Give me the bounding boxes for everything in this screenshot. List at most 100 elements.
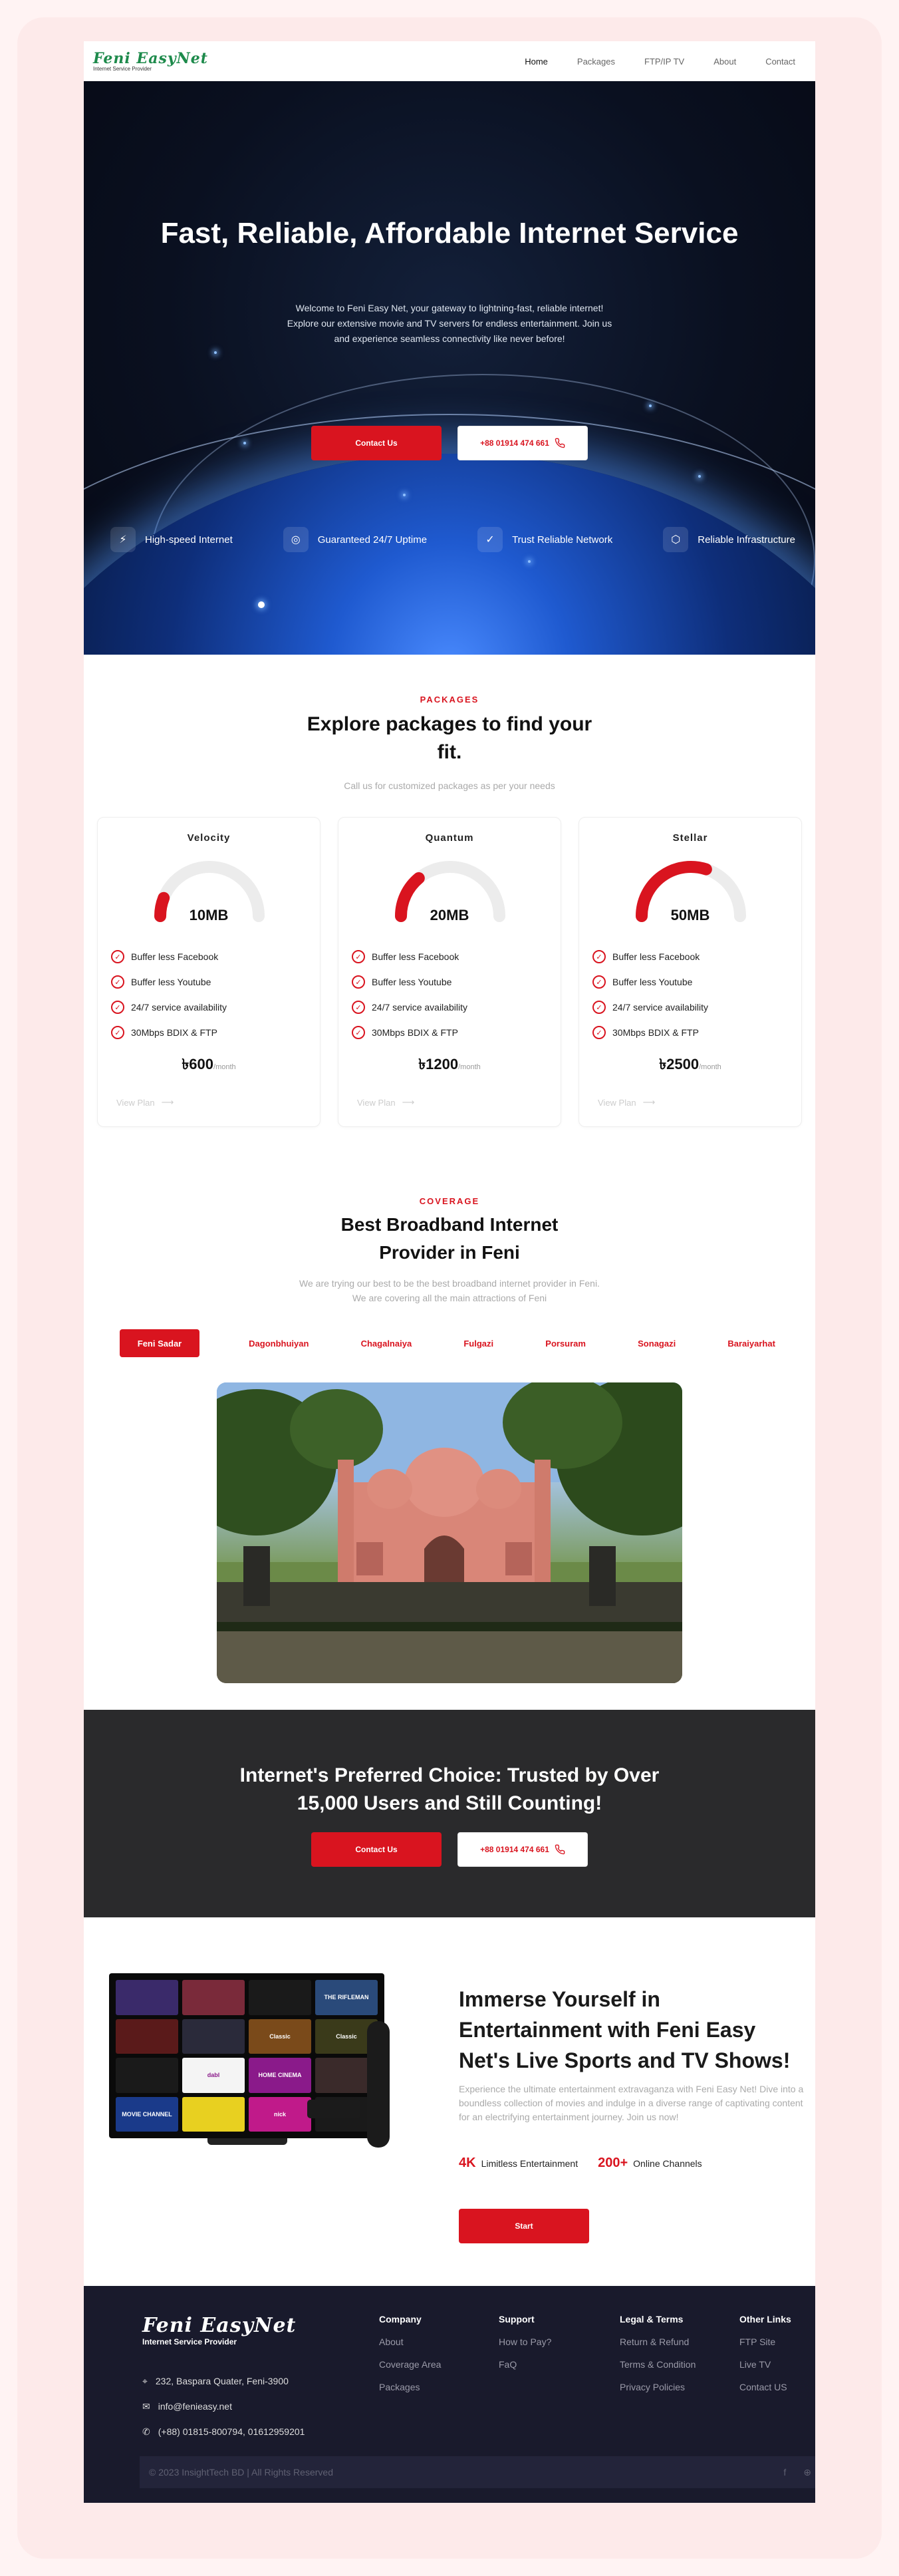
feature-text: Buffer less Youtube [131, 977, 211, 987]
footer-link-ftp[interactable]: FTP Site [739, 2336, 791, 2347]
stat-resolution: 4K Limitless Entertainment [459, 2156, 578, 2171]
package-card: Stellar 50MB ✓ Buffer less Facebook ✓ Buffe… [578, 817, 802, 1127]
feature-text: 24/7 service availability [612, 1002, 708, 1013]
footer-link-contact[interactable]: Contact US [739, 2382, 791, 2392]
mosque-illustration [217, 1382, 682, 1683]
globe-icon[interactable]: ⊕ [803, 2467, 811, 2478]
package-speed: 10MB [189, 907, 229, 923]
nav-link-packages[interactable]: Packages [577, 57, 615, 67]
footer-link-coverage[interactable]: Coverage Area [379, 2359, 441, 2370]
price-value: ৳1200 [418, 1056, 459, 1072]
contact-us-button[interactable]: Contact Us [311, 426, 442, 460]
footer-link-how-to-pay[interactable]: How to Pay? [499, 2336, 551, 2347]
package-feature: ✓ Buffer less Facebook [592, 944, 708, 969]
copyright: © 2023 InsightTech BD | All Rights Reser… [149, 2467, 333, 2478]
price-value: ৳600 [182, 1056, 214, 1072]
phone-number: +88 01914 474 661 [480, 438, 549, 448]
nav-link-home[interactable]: Home [525, 57, 548, 67]
tab-baraiyarhat[interactable]: Baraiyarhat [725, 1339, 778, 1349]
nav-link-contact[interactable]: Contact [765, 57, 795, 67]
feature-label: Trust Reliable Network [512, 534, 613, 546]
footer-logo[interactable]: Feni EasyNet Internet Service Provider [142, 2314, 296, 2346]
email-text: info@feniеasy.net [158, 2401, 232, 2412]
tab-dagonbhuiyan[interactable]: Dagonbhuiyan [246, 1339, 311, 1349]
feature-text: Buffer less Youtube [372, 977, 452, 987]
channel-tile: HOME CINEMA [249, 2058, 311, 2093]
view-plan-link[interactable]: View Plan ⟶ [357, 1097, 414, 1108]
nav-link-ftp-iptv[interactable]: FTP/IP TV [644, 57, 684, 67]
footer-link-terms[interactable]: Terms & Condition [620, 2359, 696, 2370]
stat-label: Limitless Entertainment [481, 2158, 578, 2169]
footer-link-privacy[interactable]: Privacy Policies [620, 2382, 696, 2392]
package-card: Velocity 10MB ✓ Buffer less Facebook ✓ Buff… [97, 817, 321, 1127]
coverage-subtitle-2: We are covering all the main attractions… [352, 1293, 547, 1303]
package-features: ✓ Buffer less Facebook ✓ Buffer less Youtub… [592, 944, 708, 1045]
trust-phone-button[interactable]: +88 01914 474 661 [457, 1832, 588, 1867]
site-footer: Feni EasyNet Internet Service Provider ⌖… [84, 2286, 815, 2503]
light-dot [698, 475, 701, 478]
top-nav: Feni EasyNet Internet Service Provider H… [84, 41, 815, 81]
feature-text: 30Mbps BDIX & FTP [612, 1027, 699, 1038]
tab-fulgazi[interactable]: Fulgazi [461, 1339, 496, 1349]
package-speed: 20MB [430, 907, 469, 923]
footer-logo-subtitle: Internet Service Provider [142, 2337, 237, 2346]
tv-stand [207, 2138, 287, 2145]
footer-link-about[interactable]: About [379, 2336, 441, 2347]
footer-phone[interactable]: ✆ (+88) 01815-800794, 01612959201 [142, 2419, 305, 2444]
phone-icon [555, 438, 565, 448]
channel-tile [116, 2058, 178, 2093]
footer-address: ⌖ 232, Baspara Quater, Feni-3900 [142, 2368, 305, 2394]
footer-col-other: Other Links FTP Site Live TV Contact US [739, 2314, 791, 2404]
packages-title: Explore packages to find your fit. [307, 713, 592, 763]
footer-link-refund[interactable]: Return & Refund [620, 2336, 696, 2347]
nav-link-about[interactable]: About [713, 57, 736, 67]
arrow-right-icon: ⟶ [642, 1097, 656, 1107]
social-links: f ⊕ [783, 2467, 815, 2478]
phone-text: (+88) 01815-800794, 01612959201 [158, 2426, 305, 2437]
check-icon: ✓ [352, 1001, 365, 1014]
footer-col-support: Support How to Pay? FaQ [499, 2314, 551, 2382]
coverage-eyebrow: COVERAGE [419, 1196, 480, 1206]
trust-contact-button[interactable]: Contact Us [311, 1832, 442, 1867]
facebook-icon[interactable]: f [783, 2467, 786, 2478]
view-plan-link[interactable]: View Plan ⟶ [116, 1097, 174, 1108]
footer-link-packages[interactable]: Packages [379, 2382, 441, 2392]
package-feature: ✓ Buffer less Facebook [352, 944, 467, 969]
packages-subtitle: Call us for customized packages as per y… [344, 780, 555, 791]
light-dot [243, 442, 246, 444]
area-tabs: Feni Sadar Dagonbhuiyan Chagalnaiya Fulg… [120, 1329, 778, 1357]
footer-email[interactable]: ✉ info@feniеasy.net [142, 2394, 305, 2419]
feature-item: ✓ Trust Reliable Network [477, 527, 612, 552]
view-plan-label: View Plan [116, 1097, 155, 1108]
channel-tile [182, 2096, 245, 2132]
channel-tile [116, 2018, 178, 2054]
view-plan-link[interactable]: View Plan ⟶ [598, 1097, 655, 1108]
check-icon: ✓ [352, 1026, 365, 1039]
feature-label: High-speed Internet [145, 534, 233, 546]
tab-feni-sadar[interactable]: Feni Sadar [120, 1329, 199, 1357]
package-feature: ✓ 24/7 service availability [592, 995, 708, 1020]
address-text: 232, Baspara Quater, Feni-3900 [155, 2376, 289, 2386]
tab-sonagazi[interactable]: Sonagazi [635, 1339, 678, 1349]
hero-phone-button[interactable]: +88 01914 474 661 [457, 426, 588, 460]
feature-text: Buffer less Youtube [612, 977, 693, 987]
channel-tile [182, 1980, 245, 2015]
trust-banner: Internet's Preferred Choice: Trusted by … [84, 1710, 815, 1917]
lightning-icon: ⚡ [110, 527, 136, 552]
footer-link-live-tv[interactable]: Live TV [739, 2359, 791, 2370]
tv-title: Immerse Yourself in Entertainment with F… [459, 1987, 791, 2072]
package-feature: ✓ 30Mbps BDIX & FTP [111, 1020, 227, 1045]
tab-chagalnaiya[interactable]: Chagalnaiya [358, 1339, 415, 1349]
feature-text: 30Mbps BDIX & FTP [131, 1027, 217, 1038]
footer-link-faq[interactable]: FaQ [499, 2359, 551, 2370]
start-button[interactable]: Start [459, 2209, 589, 2243]
package-price: ৳2500/month [579, 1053, 801, 1078]
package-name: Stellar [672, 832, 708, 844]
tab-porsuram[interactable]: Porsuram [543, 1339, 588, 1349]
site-logo[interactable]: Feni EasyNet Internet Service Provider [93, 51, 208, 72]
package-card: Quantum 20MB ✓ Buffer less Facebook ✓ Buffe… [338, 817, 561, 1127]
price-value: ৳2500 [659, 1056, 700, 1072]
package-name: Velocity [187, 832, 231, 844]
price-period: /month [699, 1063, 721, 1071]
package-feature: ✓ Buffer less Youtube [592, 969, 708, 995]
